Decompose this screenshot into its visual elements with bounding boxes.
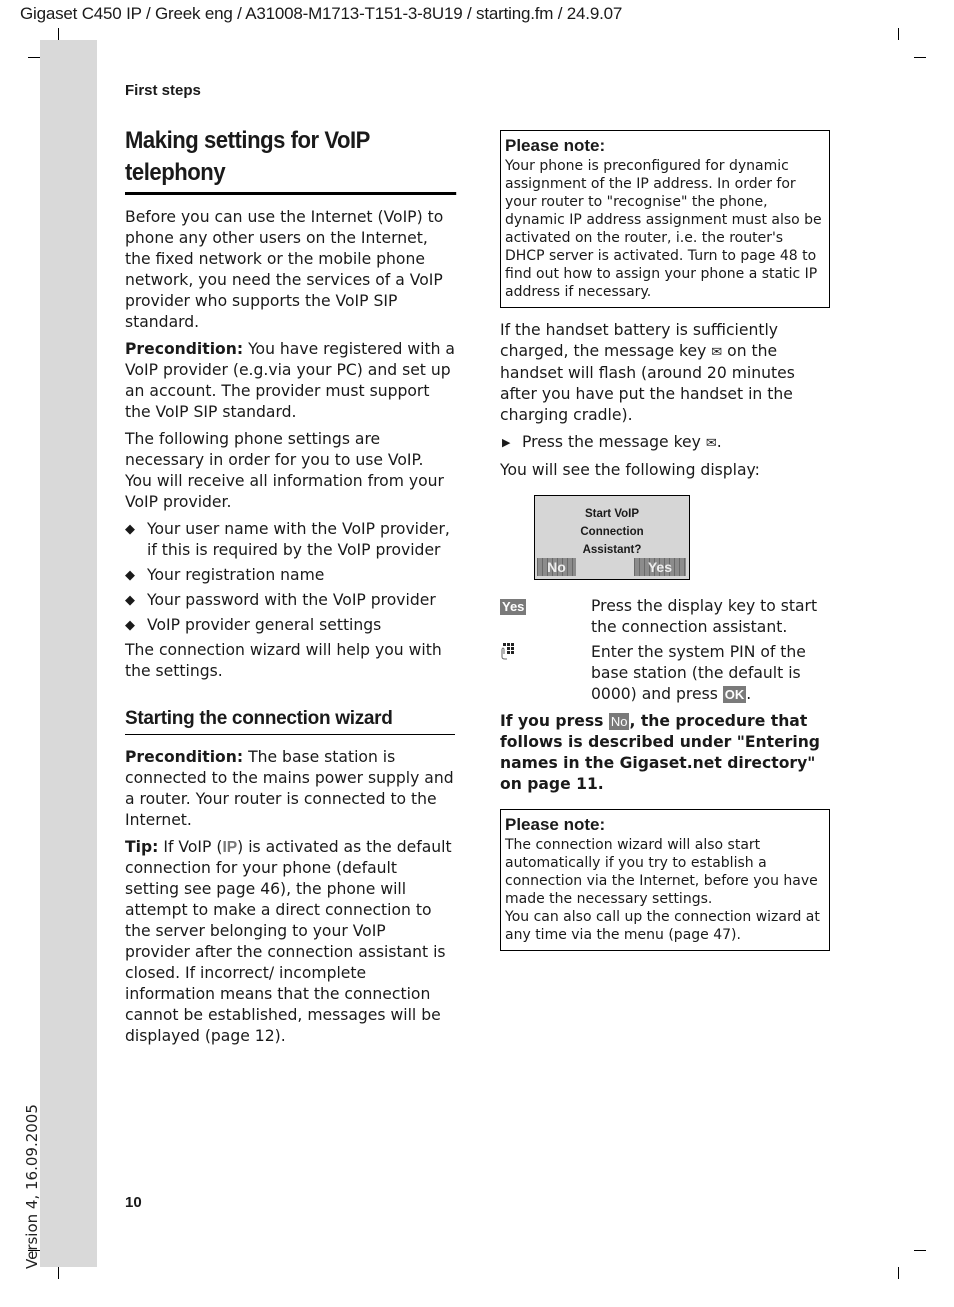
display-intro: You will see the following display:	[500, 461, 760, 479]
key-row: Enter the system PIN of the base station…	[500, 642, 830, 705]
key-description-end: .	[746, 685, 752, 703]
wizard-help-paragraph: The connection wizard will help you with…	[125, 641, 442, 680]
crop-mark	[898, 1267, 899, 1279]
tip-label: Tip:	[125, 838, 159, 856]
list-item-text: Your password with the VoIP provider	[147, 591, 436, 609]
diamond-bullet-icon: ◆	[125, 522, 135, 537]
no-key-paragraph: If you press No, the procedure that foll…	[500, 711, 830, 795]
list-item: ◆ VoIP provider general settings	[125, 615, 455, 636]
step-item: ▶ Press the message key ✉.	[500, 432, 830, 454]
note-text: Your phone is preconfigured for dynamic …	[505, 158, 822, 300]
battery-paragraph: If the handset battery is sufficiently c…	[500, 320, 830, 426]
no-key-badge: No	[608, 713, 630, 730]
page-title: Making settings for VoIP telephony	[125, 125, 456, 195]
margin-bar	[40, 40, 97, 1267]
precondition-label: Precondition:	[125, 340, 244, 358]
right-column: Please note: Your phone is preconfigured…	[500, 130, 830, 963]
tip-text: If VoIP (	[158, 838, 223, 856]
settings-intro: The following phone settings are necessa…	[125, 430, 444, 511]
list-item: ◆ Your registration name	[125, 565, 455, 586]
page-number: 10	[125, 1194, 142, 1211]
display-line: Start VoIP	[584, 508, 640, 520]
tip-text: ) is activated as the default connection…	[125, 838, 452, 1045]
display-line: Assistant?	[582, 544, 642, 556]
step-arrow-icon: ▶	[502, 436, 511, 449]
display-line: Connection	[580, 526, 644, 538]
ok-key-badge: OK	[722, 686, 747, 703]
precondition-paragraph-2: Precondition: The base station is connec…	[125, 747, 455, 831]
note-box-2: Please note: The connection wizard will …	[500, 809, 830, 951]
diamond-bullet-icon: ◆	[125, 618, 135, 633]
crop-mark	[898, 28, 899, 40]
file-info-header: Gigaset C450 IP / Greek eng / A31008-M17…	[20, 4, 623, 23]
message-key-icon: ✉	[711, 345, 723, 360]
crop-mark	[28, 57, 40, 58]
list-item-text: Your registration name	[147, 566, 325, 584]
softkey-label: Yes	[647, 559, 672, 575]
crop-mark	[58, 1267, 59, 1279]
display-yes-softkey[interactable]: Yes	[634, 558, 686, 576]
list-item-text: Your user name with the VoIP provider, i…	[147, 520, 450, 559]
display-no-softkey[interactable]: No	[537, 558, 576, 576]
section-header: First steps	[125, 82, 201, 99]
message-key-icon: ✉	[705, 436, 717, 451]
key-description-text: Enter the system PIN of the base station…	[591, 643, 806, 703]
diamond-bullet-icon: ◆	[125, 593, 135, 608]
intro-paragraph: Before you can use the Internet (VoIP) t…	[125, 208, 444, 331]
no-para-text: If you press	[500, 712, 609, 730]
precondition-label: Precondition:	[125, 748, 244, 766]
left-column: Making settings for VoIP telephony Befor…	[125, 125, 456, 1053]
crop-mark	[914, 1250, 926, 1251]
yes-key-badge: Yes	[500, 599, 527, 615]
note-text: The connection wizard will also start au…	[505, 837, 818, 907]
crop-mark	[58, 28, 59, 40]
tip-paragraph: Tip: If VoIP (IP) is activated as the de…	[125, 837, 455, 1047]
list-item-text: VoIP provider general settings	[147, 616, 382, 634]
step-end: .	[716, 433, 722, 451]
handset-display: Start VoIP Connection Assistant? No Yes	[534, 495, 690, 580]
key-description: Enter the system PIN of the base station…	[591, 642, 830, 705]
version-label: Version 4, 16.09.2005	[23, 1104, 41, 1269]
step-text: Press the message key	[522, 433, 706, 451]
keypad-icon	[500, 643, 518, 664]
note-box: Please note: Your phone is preconfigured…	[500, 130, 830, 308]
note-title: Please note:	[505, 136, 606, 155]
ip-symbol: IP	[222, 839, 238, 856]
diamond-bullet-icon: ◆	[125, 568, 135, 583]
key-row: Yes Press the display key to start the c…	[500, 596, 830, 638]
settings-list: ◆ Your user name with the VoIP provider, …	[125, 519, 455, 636]
note-title: Please note:	[505, 815, 606, 834]
note-text: You can also call up the connection wiza…	[505, 909, 820, 943]
list-item: ◆ Your user name with the VoIP provider, …	[125, 519, 455, 561]
list-item: ◆ Your password with the VoIP provider	[125, 590, 455, 611]
key-description: Press the display key to start the conne…	[591, 597, 818, 636]
precondition-paragraph: Precondition: You have registered with a…	[125, 339, 455, 423]
subheading: Starting the connection wizard	[125, 706, 455, 735]
crop-mark	[914, 57, 926, 58]
